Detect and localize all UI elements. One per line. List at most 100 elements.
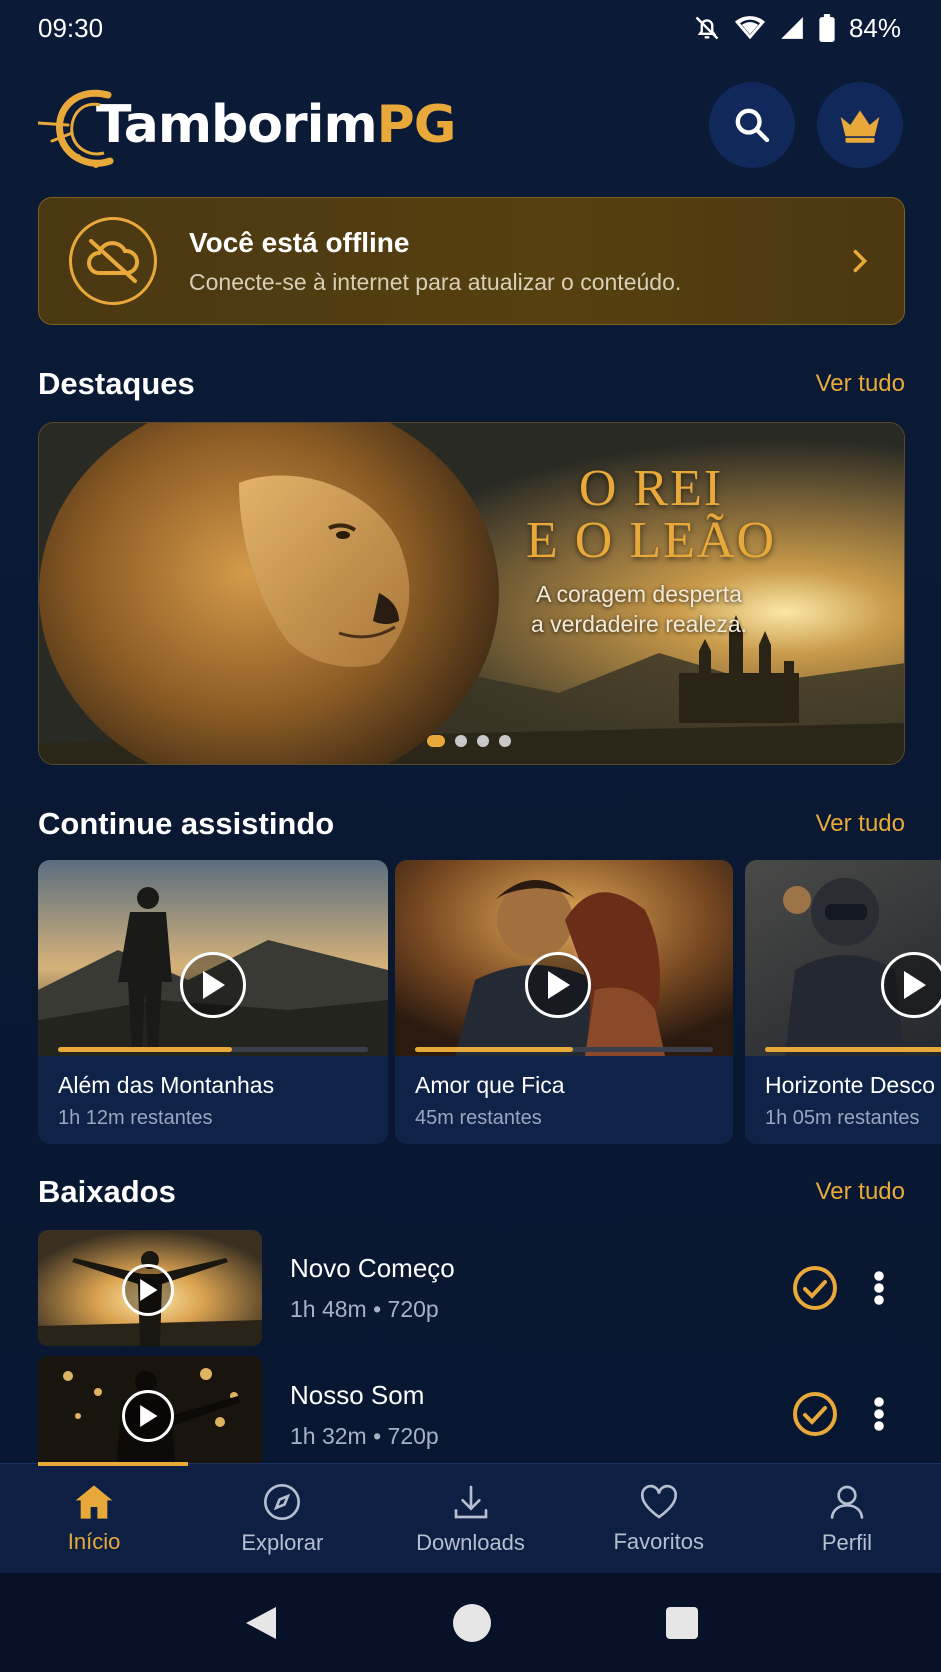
play-icon bbox=[140, 1405, 158, 1427]
continue-card-title: Horizonte Desco bbox=[765, 1072, 936, 1098]
play-button[interactable] bbox=[122, 1264, 174, 1316]
continue-card-thumbnail bbox=[395, 860, 733, 1056]
home-button-icon[interactable] bbox=[452, 1603, 491, 1642]
continue-watching-carousel[interactable]: Além das Montanhas 1h 12m restantes Amor… bbox=[38, 860, 941, 1144]
download-title: Nosso Som bbox=[290, 1380, 425, 1410]
nav-item-explore[interactable]: Explorar bbox=[188, 1464, 376, 1573]
continue-card-remaining: 1h 12m restantes bbox=[58, 1107, 213, 1129]
downloads-title: Baixados bbox=[38, 1174, 176, 1209]
carousel-dot[interactable] bbox=[427, 735, 445, 747]
continue-card[interactable]: Horizonte Desco 1h 05m restantes bbox=[745, 860, 941, 1144]
battery-level: 84% bbox=[848, 12, 901, 43]
more-options-icon[interactable] bbox=[873, 1270, 885, 1306]
heart-icon bbox=[640, 1484, 677, 1519]
nav-label: Favoritos bbox=[613, 1528, 704, 1554]
status-time: 09:30 bbox=[38, 12, 104, 43]
continue-card-thumbnail bbox=[38, 860, 388, 1056]
nav-label: Perfil bbox=[821, 1529, 872, 1555]
premium-button[interactable] bbox=[817, 82, 903, 168]
continue-watching-header: Continue assistindo Ver tudo bbox=[38, 806, 905, 842]
continue-card-title: Além das Montanhas bbox=[58, 1072, 275, 1098]
nav-item-favorites[interactable]: Favoritos bbox=[565, 1464, 753, 1573]
highlights-title: Destaques bbox=[38, 366, 195, 401]
nav-item-home[interactable]: Início bbox=[0, 1462, 188, 1573]
download-meta: 1h 48m • 720p bbox=[290, 1296, 439, 1322]
download-icon bbox=[454, 1485, 487, 1518]
search-button[interactable] bbox=[709, 82, 795, 168]
featured-hero-banner[interactable]: O REI E O LEÃO A coragem desperta a verd… bbox=[38, 422, 905, 765]
carousel-dot[interactable] bbox=[455, 735, 467, 747]
highlights-see-all-link[interactable]: Ver tudo bbox=[816, 370, 905, 398]
status-icons: 84% bbox=[693, 13, 901, 44]
hero-title-line2: E O LEÃO bbox=[526, 512, 776, 569]
brand-main: Tamborim bbox=[96, 95, 378, 155]
continue-card[interactable]: Além das Montanhas 1h 12m restantes bbox=[38, 860, 388, 1144]
offline-banner[interactable]: Você está offline Conecte-se à internet … bbox=[38, 197, 905, 325]
watch-progress-bar bbox=[765, 1047, 941, 1052]
nav-item-downloads[interactable]: Downloads bbox=[376, 1464, 564, 1573]
nav-item-profile[interactable]: Perfil bbox=[753, 1464, 941, 1573]
play-button[interactable] bbox=[525, 952, 591, 1018]
offline-title: Você está offline bbox=[189, 226, 410, 258]
watch-progress-fill bbox=[58, 1047, 232, 1052]
wifi-icon bbox=[734, 15, 765, 41]
nav-label: Explorar bbox=[241, 1529, 324, 1555]
hero-subtitle-line1: A coragem desperta bbox=[536, 581, 742, 607]
nav-label: Downloads bbox=[416, 1529, 525, 1555]
play-button[interactable] bbox=[180, 952, 246, 1018]
play-button[interactable] bbox=[122, 1390, 174, 1442]
download-item[interactable]: Novo Começo 1h 48m • 720p bbox=[38, 1229, 905, 1347]
download-thumbnail bbox=[38, 1230, 262, 1346]
signal-icon bbox=[779, 15, 805, 41]
brand-accent: PG bbox=[376, 95, 457, 155]
downloaded-check-icon bbox=[793, 1266, 837, 1310]
watch-progress-bar bbox=[415, 1047, 713, 1052]
hero-subtitle: A coragem desperta a verdadeire realeza. bbox=[504, 579, 774, 639]
nav-label: Início bbox=[67, 1528, 121, 1554]
cloud-off-icon bbox=[69, 217, 157, 305]
hero-title-line1: O REI bbox=[578, 460, 724, 517]
download-info: Novo Começo 1h 48m • 720p bbox=[290, 1253, 791, 1323]
continue-card[interactable]: Amor que Fica 45m restantes bbox=[395, 860, 733, 1144]
play-icon bbox=[140, 1279, 158, 1301]
battery-icon bbox=[819, 14, 835, 42]
continue-watching-see-all-link[interactable]: Ver tudo bbox=[816, 810, 905, 838]
download-item[interactable]: Nosso Som 1h 32m • 720p bbox=[38, 1356, 905, 1463]
crown-icon bbox=[840, 110, 880, 143]
header-actions bbox=[709, 82, 903, 168]
continue-watching-title: Continue assistindo bbox=[38, 806, 335, 841]
downloads-see-all-link[interactable]: Ver tudo bbox=[816, 1178, 905, 1206]
more-options-icon[interactable] bbox=[873, 1396, 885, 1432]
bell-off-icon bbox=[693, 14, 721, 42]
carousel-dots bbox=[427, 735, 511, 747]
hero-subtitle-line2: a verdadeire realeza. bbox=[530, 611, 748, 637]
downloaded-check-icon bbox=[793, 1392, 837, 1436]
status-bar: 09:30 84% bbox=[0, 0, 941, 56]
bottom-navigation: Início Explorar Downloads Favoritos Perf… bbox=[0, 1462, 941, 1573]
continue-card-remaining: 45m restantes bbox=[415, 1107, 542, 1129]
download-title: Novo Começo bbox=[290, 1253, 455, 1283]
hero-title: O REI E O LEÃO bbox=[526, 463, 776, 567]
search-icon bbox=[735, 108, 770, 143]
home-icon bbox=[75, 1484, 113, 1519]
download-thumbnail bbox=[38, 1356, 262, 1463]
download-info: Nosso Som 1h 32m • 720p bbox=[290, 1356, 791, 1450]
carousel-dot[interactable] bbox=[477, 735, 489, 747]
continue-card-title: Amor que Fica bbox=[415, 1072, 565, 1098]
watch-progress-bar bbox=[58, 1047, 368, 1052]
play-icon bbox=[203, 971, 225, 999]
download-meta: 1h 32m • 720p bbox=[290, 1423, 439, 1449]
downloads-header: Baixados Ver tudo bbox=[38, 1174, 905, 1210]
nav-active-indicator bbox=[38, 1462, 188, 1466]
system-navigation-bar bbox=[0, 1573, 941, 1672]
app-logo[interactable]: TamborimPG bbox=[38, 75, 457, 175]
continue-card-remaining: 1h 05m restantes bbox=[765, 1107, 920, 1129]
recents-icon[interactable] bbox=[665, 1606, 698, 1639]
compass-icon bbox=[264, 1483, 301, 1520]
user-icon bbox=[830, 1485, 864, 1519]
chevron-right-icon bbox=[853, 249, 868, 273]
watch-progress-fill bbox=[765, 1047, 941, 1052]
back-icon[interactable] bbox=[244, 1605, 278, 1641]
play-button[interactable] bbox=[881, 952, 941, 1018]
carousel-dot[interactable] bbox=[499, 735, 511, 747]
